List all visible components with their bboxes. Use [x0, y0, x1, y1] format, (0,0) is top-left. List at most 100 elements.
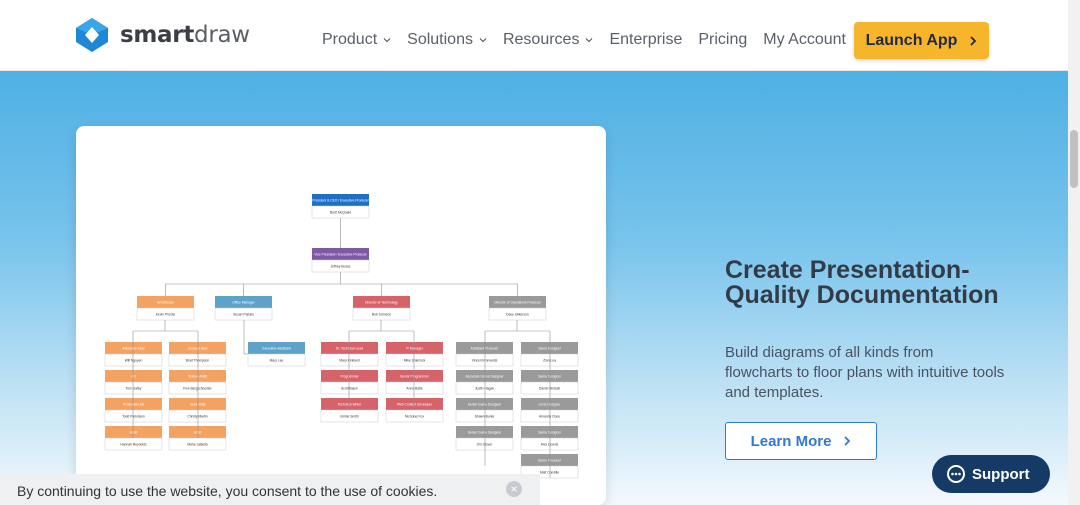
org-node-ops: Game DesignerZion Lua [520, 342, 579, 367]
launch-app-button[interactable]: Launch App [854, 22, 989, 59]
node-name: Mary Lee [270, 359, 284, 363]
hero-description: Build diagrams of all kinds from flowcha… [725, 344, 1005, 401]
node-name: Matt Condille [540, 471, 559, 475]
nav-my-account[interactable]: My Account [763, 31, 846, 49]
node-title: Concept Mod [188, 347, 208, 351]
node-name: Daniel Birdsell [539, 387, 560, 391]
node-title: Vice President / Executive Producer [314, 253, 367, 257]
node-name: Nicholas Fox [405, 415, 424, 419]
chat-bubble-icon [947, 465, 965, 483]
org-node-head: Director of Operations Producer Dave Gilk… [488, 296, 547, 321]
nav-pricing-label: Pricing [698, 31, 748, 48]
node-title: Animation Mod [123, 347, 145, 351]
node-name: Kevin Pircote [156, 313, 176, 317]
org-node-head: Director of Technology Bob Johnson [352, 296, 411, 321]
org-node-tech: Senior Programmer Anna Batle [385, 370, 444, 395]
logo-text: smartdraw [120, 22, 250, 48]
node-title: Web Content Developer [397, 403, 433, 407]
node-name: Mary Kirkland [339, 359, 359, 363]
node-name: Hannah Reynolds [120, 443, 147, 447]
org-chart-preview-card: President & CEO / Executive Producer Bret… [76, 126, 606, 505]
logo[interactable]: smartdraw [76, 18, 250, 52]
node-title: Executive Assistant [262, 347, 290, 351]
chevron-down-icon [586, 38, 593, 43]
org-node-art: Animation Mod Will Nguyen [104, 342, 163, 367]
smartdraw-logo-icon [76, 18, 108, 52]
org-node-art: Production Art Todd Parkinson [104, 398, 163, 423]
nav-my-account-label: My Account [763, 31, 846, 48]
org-node-art: Art Tom Gatby [104, 370, 163, 395]
org-node-tech: Web Content Developer Nicholas Fox [385, 398, 444, 423]
cookie-banner: By continuing to use the website, you co… [0, 474, 540, 505]
node-title: Technical Writer [338, 403, 362, 407]
node-name: Scott Baum [341, 387, 358, 391]
org-node-tech: IT Manager Mike Shierlock [385, 342, 444, 367]
node-name: Shawn Burke [475, 415, 495, 419]
learn-more-button[interactable]: Learn More [725, 422, 877, 460]
cookie-text: By continuing to use the website, you co… [17, 483, 438, 499]
org-node-art: Concept Mod Brad Thompson [168, 342, 227, 367]
org-node-ops: Game DesignerDaniel Birdsell [520, 370, 579, 395]
main-nav: Product Solutions Resources Enterprise P… [322, 31, 862, 49]
node-name: Anna Batle [406, 387, 422, 391]
org-chart-diagram: President & CEO / Executive Producer Bret… [104, 194, 579, 479]
node-name: Jeffrey Bosse [331, 265, 351, 269]
node-title: Art [131, 375, 135, 379]
hero-title: Create Presentation-Quality Documentatio… [725, 256, 999, 309]
node-name: Todd Parkinson [122, 415, 145, 419]
node-title: IT Manager [406, 347, 424, 351]
node-name: Bob Johnson [372, 313, 391, 317]
node-title: Senior Programmer [400, 375, 430, 379]
learn-more-label: Learn More [750, 432, 832, 450]
org-node-ops: Senior Game DesignerShawn Burke [455, 398, 514, 423]
org-node-art: Artist Marie LaBella [168, 426, 227, 451]
node-title: Artist [130, 431, 138, 435]
org-node-ops: Game DesignerAlex Downs [520, 426, 579, 451]
site-header: smartdraw Product Solutions Resources En… [0, 0, 1080, 71]
scrollbar-thumb[interactable] [1070, 130, 1078, 188]
org-node-ops: Level DesignerAmanda Clare [520, 398, 579, 423]
node-name: Marie LaBella [187, 443, 207, 447]
nav-enterprise[interactable]: Enterprise [609, 31, 682, 49]
node-title: Artist [194, 431, 202, 435]
node-name: Vincent Forwards [472, 359, 498, 363]
node-name: Brad Thompson [186, 359, 210, 363]
nav-enterprise-label: Enterprise [609, 31, 683, 48]
nav-solutions[interactable]: Solutions [407, 31, 487, 49]
org-node-ops: Assistant ProducerVincent Forwards [455, 342, 514, 367]
nav-resources[interactable]: Resources [503, 31, 593, 49]
node-name: Susan Parlato [233, 313, 254, 317]
org-node-head: Office Manager Susan Parlato [214, 296, 273, 321]
node-name: Amanda Clare [539, 415, 560, 419]
chevron-down-icon [383, 38, 391, 43]
launch-app-label: Launch App [865, 31, 958, 49]
nav-product[interactable]: Product [322, 31, 391, 49]
close-icon[interactable]: × [506, 481, 522, 497]
nav-product-label: Product [322, 31, 378, 48]
node-title: Sr. Technical Lead [336, 347, 363, 351]
node-name: Mike Shierlock [404, 359, 426, 363]
node-name: Zion Lua [543, 359, 556, 363]
node-name: Emilie Smith [340, 415, 358, 419]
support-label: Support [972, 465, 1030, 483]
org-node-vp: Vice President / Executive Producer Jeffr… [311, 248, 370, 273]
node-name: Christy Martin [187, 415, 207, 419]
nav-solutions-label: Solutions [407, 31, 473, 48]
node-title: Director of Operations Producer [494, 301, 541, 305]
org-node-art: Lead Artist Christy Martin [168, 398, 227, 423]
node-name: Alex Downs [541, 443, 559, 447]
node-title: Director of Technology [365, 301, 398, 305]
node-title: Production Art [123, 403, 144, 407]
org-node-office: Executive Assistant Mary Lee [247, 342, 306, 367]
page-scrollbar[interactable] [1068, 0, 1080, 505]
node-title: Programmer [340, 375, 359, 379]
node-title: Art Director [157, 301, 175, 305]
org-node-tech: Technical Writer Emilie Smith [320, 398, 379, 423]
support-button[interactable]: Support [932, 455, 1050, 493]
node-name: Justin Hagan [475, 387, 494, 391]
logo-text-light: draw [194, 22, 250, 48]
org-node-ceo: President & CEO / Executive Producer Bret… [311, 194, 370, 219]
org-node-tech: Programmer Scott Baum [320, 370, 379, 395]
chevron-right-icon [844, 436, 851, 446]
nav-pricing[interactable]: Pricing [698, 31, 747, 49]
